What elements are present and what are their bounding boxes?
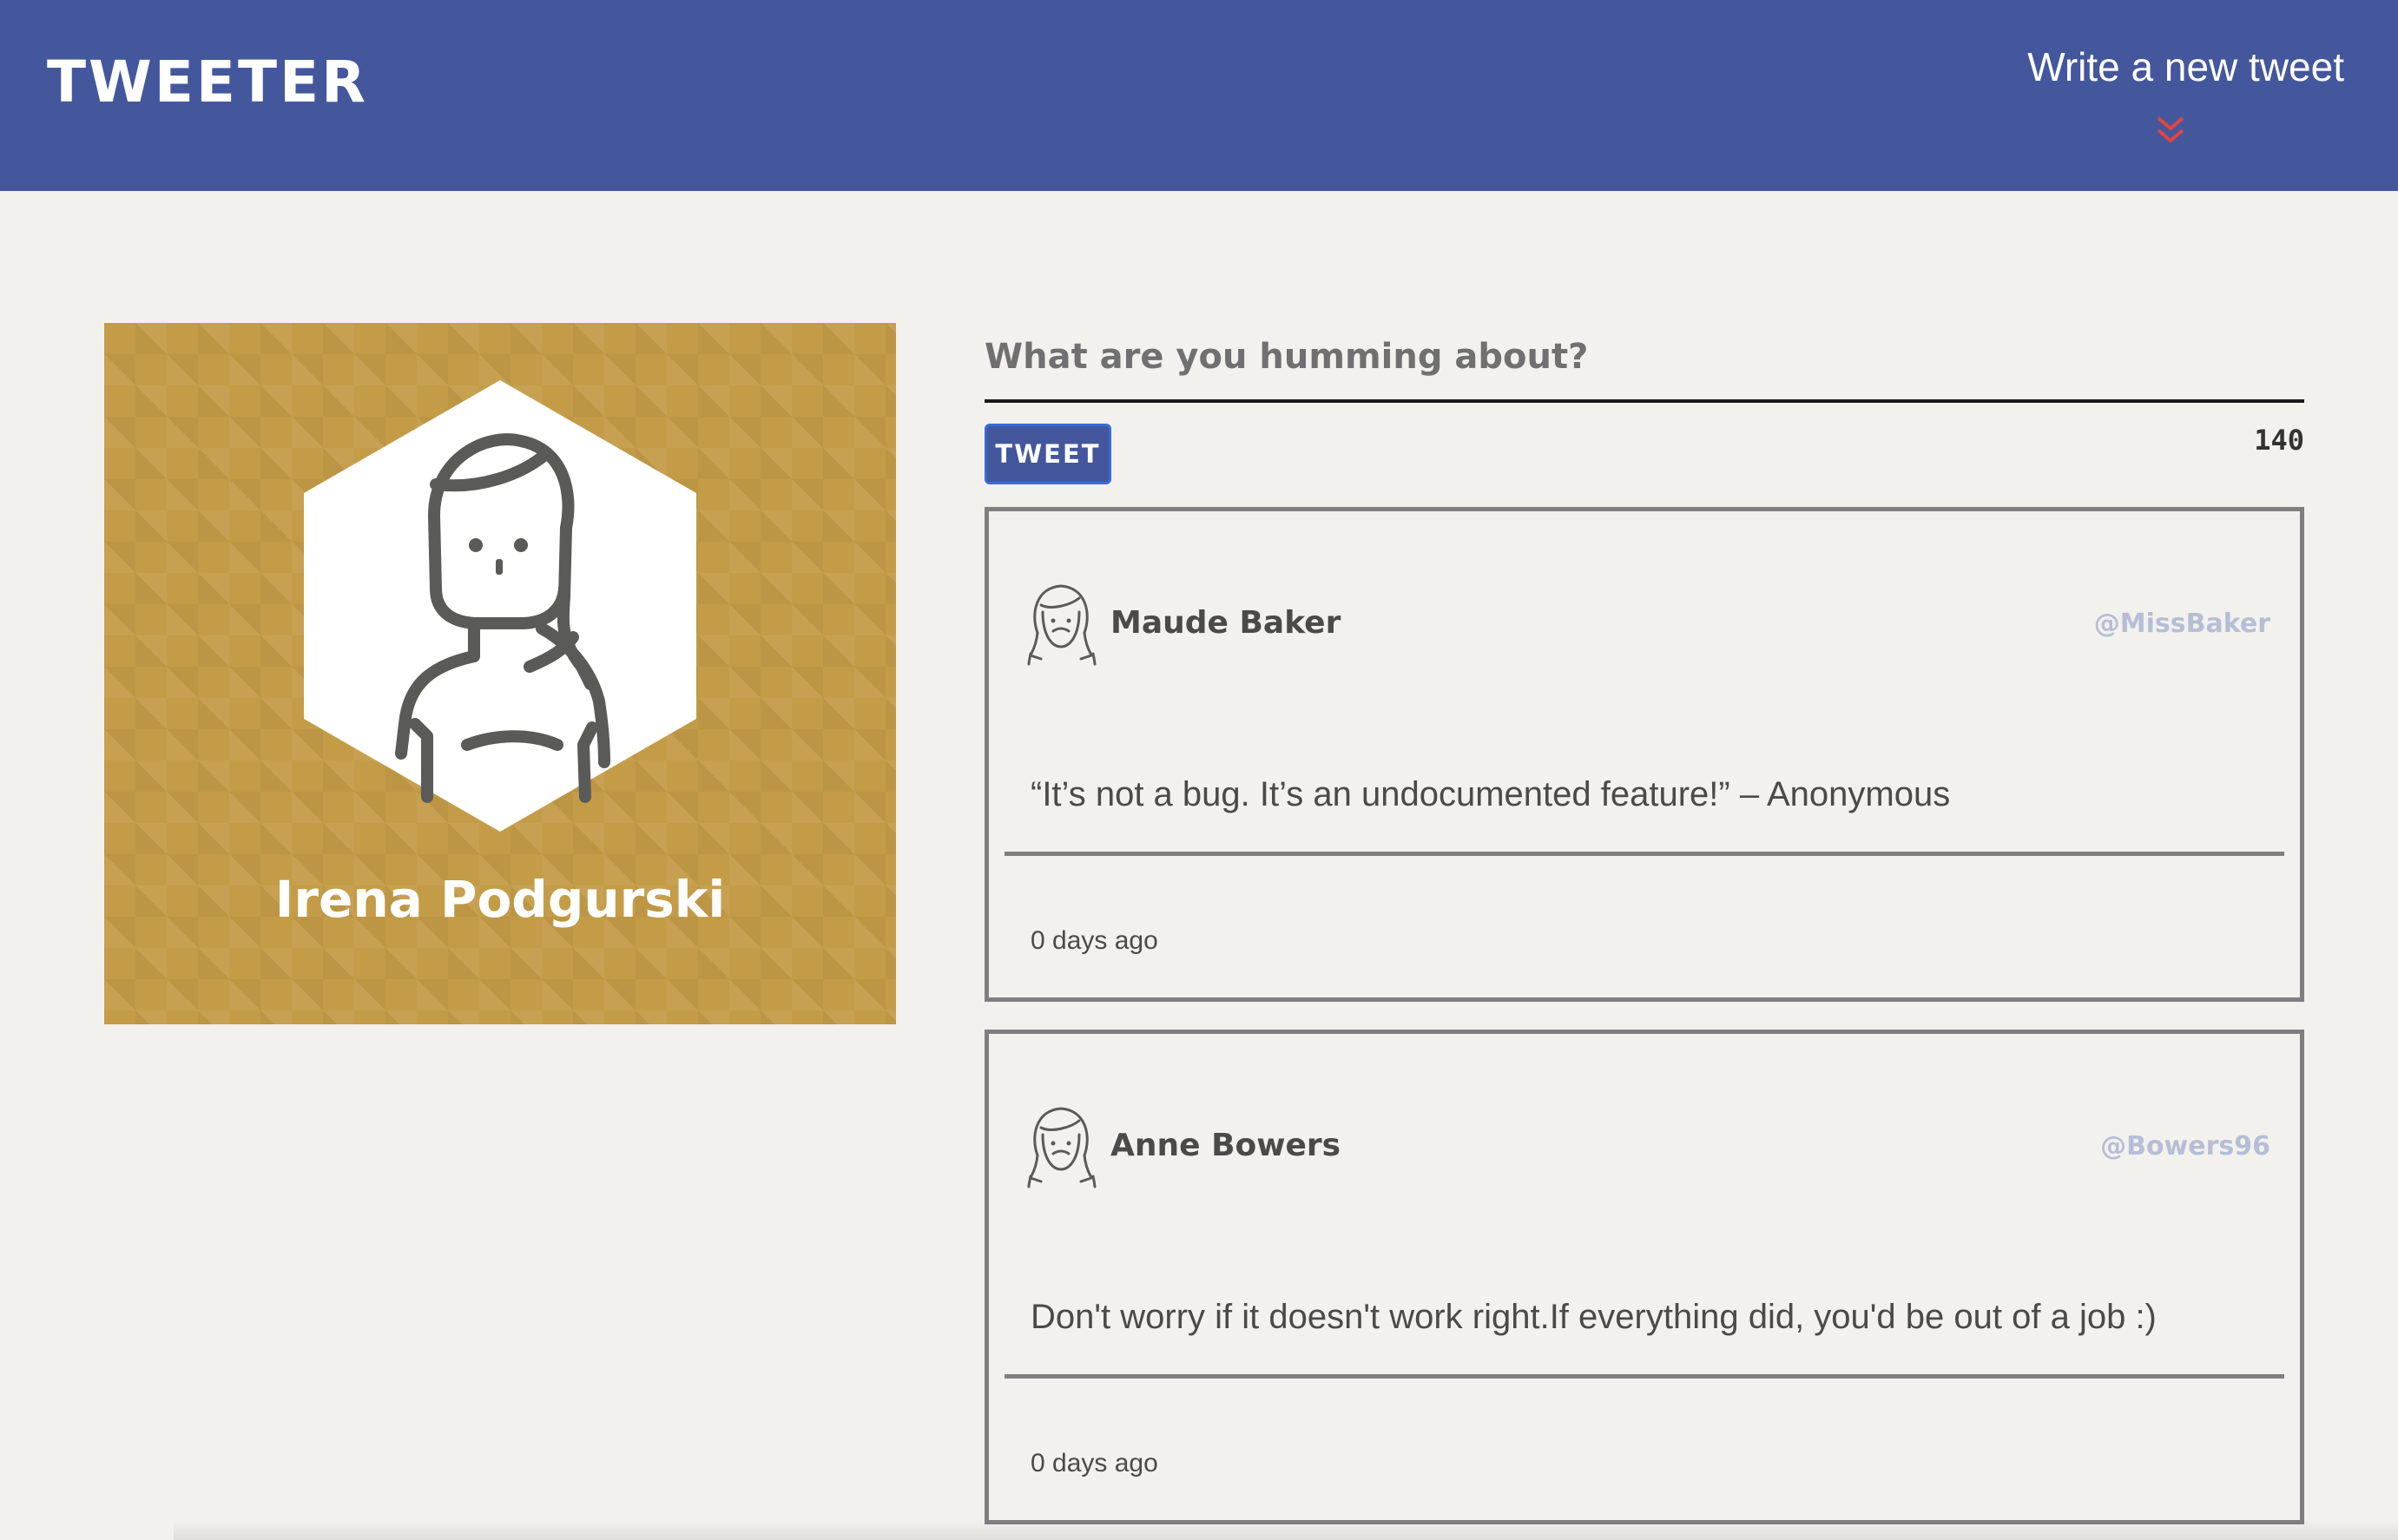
profile-name: Irena Podgurski	[274, 870, 726, 929]
tweet-author-name: Maude Baker	[1110, 605, 1341, 641]
tweet-content: Don't worry if it doesn't work right.If …	[1031, 1298, 2157, 1336]
character-counter: 140	[2254, 424, 2304, 457]
woman-avatar-icon	[1027, 1107, 1097, 1188]
tweet-card: Maude Baker @MissBaker “It’s not a bug. …	[985, 507, 2304, 1002]
double-chevron-down-icon[interactable]	[2151, 113, 2190, 148]
tweet-card: Anne Bowers @Bowers96 Don't worry if it …	[985, 1030, 2304, 1524]
scroll-shadow	[174, 1519, 2398, 1540]
write-tweet-label[interactable]: Write a new tweet	[1997, 43, 2344, 90]
tweet-divider	[1005, 852, 2284, 856]
top-nav: TWEETER Write a new tweet	[0, 0, 2398, 191]
write-tweet-toggle[interactable]: Write a new tweet	[1997, 43, 2344, 156]
woman-avatar-icon	[1027, 584, 1097, 666]
tweet-author-name: Anne Bowers	[1110, 1128, 1341, 1163]
tweet-composer: TWEET 140	[985, 314, 2304, 484]
tweet-divider	[1005, 1374, 2284, 1379]
tweet-input[interactable]	[985, 314, 2304, 403]
profile-card: Irena Podgurski	[104, 323, 896, 1024]
tweet-timestamp: 0 days ago	[1031, 926, 1158, 955]
tweet-submit-button[interactable]: TWEET	[985, 424, 1111, 484]
tweet-timestamp: 0 days ago	[1031, 1449, 1158, 1477]
profile-avatar	[304, 380, 696, 832]
brand-logo[interactable]: TWEETER	[47, 49, 368, 115]
tweet-content: “It’s not a bug. It’s an undocumented fe…	[1031, 775, 1951, 813]
tweet-author-handle[interactable]: @Bowers96	[2100, 1131, 2270, 1162]
tweet-author-handle[interactable]: @MissBaker	[2094, 609, 2270, 639]
